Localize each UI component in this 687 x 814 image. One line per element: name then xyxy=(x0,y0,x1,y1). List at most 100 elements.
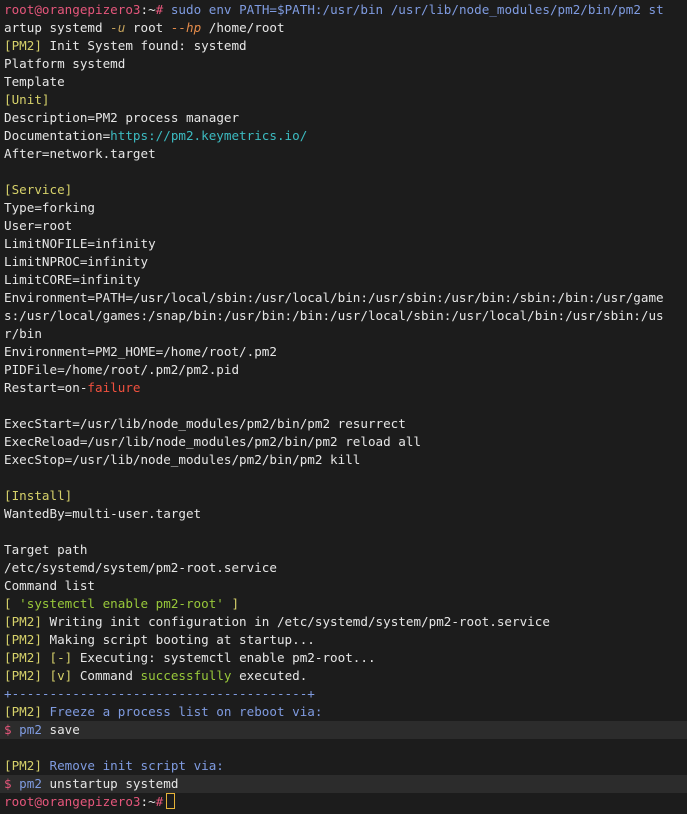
success-word: successfully xyxy=(140,668,232,683)
log-text: Init System found: systemd xyxy=(41,38,247,53)
hint-text: Freeze a process list on reboot via: xyxy=(41,704,323,719)
service-exec-stop: ExecStop=/usr/lib/node_modules/pm2/bin/p… xyxy=(4,452,361,467)
service-limit-core: LimitCORE=infinity xyxy=(4,271,687,289)
documentation-link[interactable]: https://pm2.keymetrics.io/ xyxy=(110,128,307,143)
freeze-hint: [PM2] Freeze a process list on reboot vi… xyxy=(4,703,687,721)
hint-arg: save xyxy=(41,722,80,737)
list-item: 'systemctl enable pm2-root' xyxy=(19,596,224,611)
config-value: infinity xyxy=(79,272,141,287)
install-wanted-by: WantedBy=multi-user.target xyxy=(4,506,202,521)
prompt-symbol: # xyxy=(155,794,164,809)
pm2-log-success: [PM2] [v] Command successfully executed. xyxy=(4,667,687,685)
service-env-path-2: s:/usr/local/games:/snap/bin:/usr/bin:/b… xyxy=(4,308,664,323)
remove-hint: [PM2] Remove init script via: xyxy=(4,757,687,775)
config-key: LimitCORE= xyxy=(4,272,80,287)
service-exec-start: ExecStart=/usr/lib/node_modules/pm2/bin/… xyxy=(4,416,406,431)
list-bracket-close: ] xyxy=(223,596,240,611)
status-mark: [v] xyxy=(41,668,73,683)
command-flag-u: -u xyxy=(110,20,126,35)
service-section-header: [Service] xyxy=(4,182,73,197)
target-path-label: Target path xyxy=(4,542,88,557)
command-text: sudo env xyxy=(163,2,240,17)
text-cursor[interactable] xyxy=(166,793,176,809)
service-restart: Restart=on-failure xyxy=(4,379,687,397)
config-value-failure: failure xyxy=(87,380,141,395)
config-value: forking xyxy=(41,200,95,215)
config-key: After= xyxy=(4,146,50,161)
pm2-log-executing: [PM2] [-] Executing: systemctl enable pm… xyxy=(4,649,687,667)
command-list-value: [ 'systemctl enable pm2-root' ] xyxy=(4,595,687,613)
config-value: network.target xyxy=(49,146,156,161)
unit-description: Description=PM2 process manager xyxy=(4,109,687,127)
pm2-tag: [PM2] xyxy=(4,632,42,647)
pm2-log-writing: [PM2] Writing init configuration in /etc… xyxy=(4,613,687,631)
dollar-sign: $ xyxy=(4,776,12,791)
install-section-header: [Install] xyxy=(4,488,73,503)
list-bracket-open: [ xyxy=(4,596,20,611)
unit-after: After=network.target xyxy=(4,145,687,163)
target-path-value: /etc/systemd/system/pm2-root.service xyxy=(4,560,277,575)
dollar-sign: $ xyxy=(4,722,12,737)
log-text: Making script booting at startup... xyxy=(41,632,315,647)
pm2-log-making: [PM2] Making script booting at startup..… xyxy=(4,631,687,649)
hint-text: Remove init script via: xyxy=(41,758,224,773)
hint-command: pm2 xyxy=(11,722,42,737)
service-limit-nproc: LimitNPROC=infinity xyxy=(4,253,687,271)
log-text: Command xyxy=(72,668,141,683)
template-line: Template xyxy=(4,74,65,89)
config-value: root xyxy=(41,218,73,233)
log-text: Writing init configuration in /etc/syste… xyxy=(41,614,550,629)
init-found-line: [PM2] Init System found: systemd xyxy=(4,37,687,55)
freeze-command: $ pm2 save xyxy=(0,721,687,739)
prompt-user-host: root@orangepizero3 xyxy=(4,794,141,809)
remove-command: $ pm2 unstartup systemd xyxy=(0,775,687,793)
log-text: executed. xyxy=(231,668,308,683)
command-home: /home/root xyxy=(201,20,285,35)
command-line-1: root@orangepizero3:~# sudo env PATH=$PAT… xyxy=(4,1,687,19)
prompt-path: :~ xyxy=(140,794,156,809)
service-env-path-3: r/bin xyxy=(4,326,42,341)
config-key: Type= xyxy=(4,200,42,215)
unit-section-header: [Unit] xyxy=(4,92,50,107)
config-value: PM2 process manager xyxy=(95,110,240,125)
config-key: Restart=on- xyxy=(4,380,88,395)
command-line-2: artup systemd -u root --hp /home/root xyxy=(4,19,687,37)
service-exec-reload: ExecReload=/usr/lib/node_modules/pm2/bin… xyxy=(4,434,422,449)
config-key: User= xyxy=(4,218,42,233)
status-mark: [-] xyxy=(41,650,73,665)
service-env-home: Environment=PM2_HOME=/home/root/.pm2 xyxy=(4,344,277,359)
platform-line: Platform systemd xyxy=(4,56,126,71)
config-key: LimitNOFILE= xyxy=(4,236,95,251)
terminal-window[interactable]: root@orangepizero3:~# sudo env PATH=$PAT… xyxy=(0,0,687,814)
hint-command: pm2 xyxy=(11,776,42,791)
pm2-tag: [PM2] xyxy=(4,758,42,773)
pm2-tag: [PM2] xyxy=(4,38,42,53)
config-value: infinity xyxy=(95,236,156,251)
command-text-cont: artup systemd xyxy=(4,20,111,35)
config-key: Description= xyxy=(4,110,95,125)
config-value: infinity xyxy=(87,254,149,269)
command-env-assign: PATH=$PATH:/usr/bin /usr/lib/node_module… xyxy=(239,2,664,17)
service-limit-nofile: LimitNOFILE=infinity xyxy=(4,235,687,253)
final-prompt-line[interactable]: root@orangepizero3:~# xyxy=(4,793,687,811)
pm2-tag: [PM2] xyxy=(4,650,42,665)
service-env-path-1: Environment=PATH=/usr/local/sbin:/usr/lo… xyxy=(4,290,664,305)
prompt-path: :~ xyxy=(140,2,156,17)
config-key: LimitNPROC= xyxy=(4,254,88,269)
hint-arg: unstartup systemd xyxy=(41,776,179,791)
command-user: root xyxy=(125,20,171,35)
service-type: Type=forking xyxy=(4,199,687,217)
unit-documentation: Documentation=https://pm2.keymetrics.io/ xyxy=(4,127,687,145)
prompt-user-host: root@orangepizero3 xyxy=(4,2,141,17)
command-flag-hp: --hp xyxy=(170,20,202,35)
config-key: Documentation= xyxy=(4,128,111,143)
log-text: Executing: systemctl enable pm2-root... xyxy=(72,650,376,665)
pm2-tag: [PM2] xyxy=(4,704,42,719)
service-pidfile: PIDFile=/home/root/.pm2/pm2.pid xyxy=(4,362,240,377)
pm2-tag: [PM2] xyxy=(4,614,42,629)
service-user: User=root xyxy=(4,217,687,235)
